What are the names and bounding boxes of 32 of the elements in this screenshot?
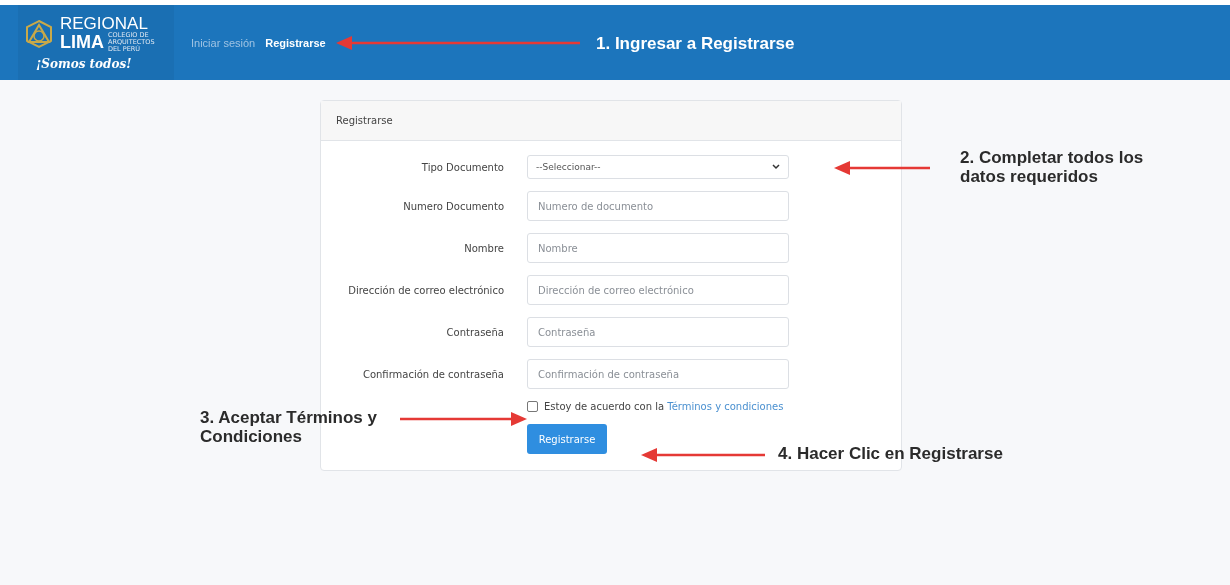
checkbox[interactable] xyxy=(527,401,538,412)
slogan: ¡Somos todos! xyxy=(36,56,133,71)
annotation-text: 3. Aceptar Términos y Condiciones xyxy=(200,408,378,446)
arrow-icon xyxy=(398,411,529,427)
field-label: Confirmación de contraseña xyxy=(361,368,504,380)
terms-link[interactable]: Términos y condiciones xyxy=(667,401,784,412)
arrow-icon xyxy=(832,160,932,176)
register-button[interactable]: Registrarse xyxy=(527,424,607,454)
arrow-icon xyxy=(334,35,582,51)
logo-text: REGIONAL xyxy=(60,14,149,32)
nav-link[interactable]: Iniciar sesión xyxy=(191,36,256,49)
nav-link[interactable]: Registrarse xyxy=(265,36,326,49)
input-field[interactable]: Contraseña xyxy=(527,317,789,347)
select-field[interactable]: --Seleccionar-- xyxy=(527,155,789,179)
chevron-down-icon xyxy=(772,164,780,170)
field-label: Dirección de correo electrónico xyxy=(347,284,504,296)
field-label: Nombre xyxy=(463,242,504,254)
card-title: Registrarse xyxy=(321,101,901,141)
terms-text: Estoy de acuerdo con la Términos y condiciones xyxy=(544,401,784,412)
field-label: Contraseña xyxy=(445,326,504,338)
annotation-text: 4. Hacer Clic en Registrarse xyxy=(778,444,1004,463)
input-field[interactable]: Confirmación de contraseña xyxy=(527,359,789,389)
annotation-text: 2. Completar todos los datos requeridos xyxy=(960,148,1145,186)
logo-text: LIMA xyxy=(60,33,104,51)
input-field[interactable]: Nombre xyxy=(527,233,789,263)
input-field[interactable]: Numero de documento xyxy=(527,191,789,221)
field-label: Tipo Documento xyxy=(420,161,504,173)
field-label: Numero Documento xyxy=(402,200,504,212)
input-field[interactable]: Dirección de correo electrónico xyxy=(527,275,789,305)
arrow-icon xyxy=(639,447,767,463)
annotation-text: 1. Ingresar a Registrarse xyxy=(596,34,796,53)
triangle-logo-icon xyxy=(24,18,54,49)
